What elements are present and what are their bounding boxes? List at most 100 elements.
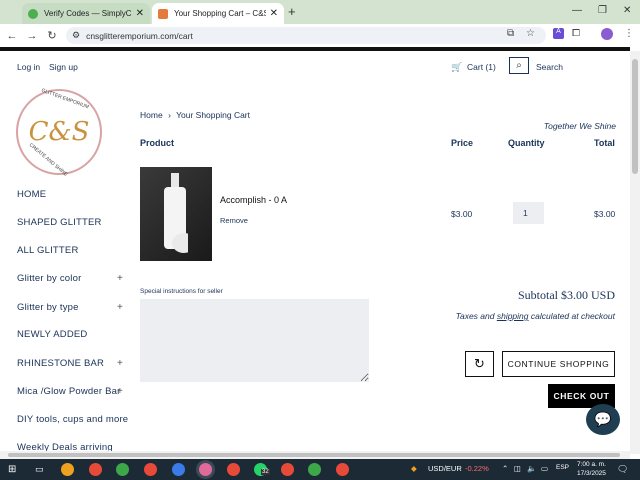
search-link[interactable]: Search: [536, 62, 563, 72]
scrollbar-thumb[interactable]: [632, 59, 638, 174]
currency-icon: ◆: [411, 464, 417, 473]
expand-plus-icon[interactable]: +: [117, 386, 123, 397]
breadcrumb: Home › Your Shopping Cart: [140, 110, 250, 120]
chat-widget-button[interactable]: 💬: [586, 404, 620, 435]
tab-shopping-cart[interactable]: Your Shopping Cart – C&S Glitt ✕: [152, 3, 284, 24]
chrome-icon[interactable]: [89, 463, 102, 476]
store-logo[interactable]: GLITTER EMPORIUM C&S CREATE AND SHINE: [16, 87, 102, 178]
sidebar-item-all-glitter[interactable]: ALL GLITTER: [17, 245, 79, 256]
notifications-icon[interactable]: 🗨: [617, 464, 628, 475]
quantity-input[interactable]: 1: [513, 202, 544, 224]
product-image[interactable]: [140, 167, 212, 261]
tab-title: Verify Codes — SimplyCodes: [44, 9, 132, 18]
column-header-product: Product: [140, 138, 175, 148]
product-name[interactable]: Accomplish - 0 A: [220, 195, 287, 205]
sidebar-item-shaped-glitter[interactable]: SHAPED GLITTER: [17, 217, 102, 228]
sidebar-item-diy-tools[interactable]: DIY tools, cups and more: [17, 414, 128, 425]
signup-link[interactable]: Sign up: [49, 62, 78, 72]
battery-icon[interactable]: ▭: [541, 464, 548, 473]
expand-plus-icon[interactable]: +: [117, 302, 123, 313]
tab-simplycodes[interactable]: Verify Codes — SimplyCodes ✕: [22, 3, 150, 24]
sidebar-item-home[interactable]: HOME: [17, 189, 46, 200]
taxes-text-end: calculated at checkout: [528, 311, 615, 321]
expand-plus-icon[interactable]: +: [117, 273, 123, 284]
sidebar-item-rhinestone-bar[interactable]: RHINESTONE BAR: [17, 358, 104, 369]
maximize-button[interactable]: ❐: [598, 5, 607, 16]
expand-plus-icon[interactable]: +: [117, 358, 123, 369]
sidebar-item-mica-glow[interactable]: Mica /Glow Powder Bar: [17, 386, 120, 397]
chat-bubble-icon: 💬: [594, 411, 612, 427]
copilot-icon[interactable]: [61, 463, 74, 476]
close-tab-icon[interactable]: ✕: [270, 8, 278, 19]
scrollbar-thumb[interactable]: [8, 453, 620, 457]
sidebar-item-newly-added[interactable]: NEWLY ADDED: [17, 329, 87, 340]
search-icon[interactable]: ⌕: [509, 57, 529, 74]
login-link[interactable]: Log in: [17, 62, 40, 72]
close-window-button[interactable]: ✕: [623, 5, 631, 16]
chrome-icon[interactable]: [144, 463, 157, 476]
profile-avatar[interactable]: [601, 28, 613, 40]
taxes-note: Taxes and shipping calculated at checkou…: [456, 311, 615, 321]
address-bar[interactable]: ⚙ cnsglitteremporium.com/cart: [66, 27, 546, 44]
logo-bottom-text: CREATE AND SHINE: [27, 142, 69, 178]
item-price: $3.00: [451, 209, 473, 219]
clock-time[interactable]: 7:00 a. m.: [577, 461, 606, 468]
volume-icon[interactable]: 🔈: [527, 464, 536, 473]
column-header-quantity: Quantity: [508, 138, 545, 148]
shipping-link[interactable]: shipping: [497, 311, 529, 321]
horizontal-scrollbar[interactable]: [0, 451, 630, 459]
refresh-icon: ↻: [474, 356, 485, 371]
browser-chrome: Verify Codes — SimplyCodes ✕ Your Shoppi…: [0, 0, 640, 47]
logo-top-text: GLITTER EMPORIUM: [40, 87, 90, 111]
chrome-icon[interactable]: [116, 463, 129, 476]
sidebar-item-glitter-by-color[interactable]: Glitter by color: [17, 273, 81, 284]
taxes-text: Taxes and: [455, 311, 497, 321]
vertical-scrollbar[interactable]: [630, 51, 640, 454]
cart-icon[interactable]: 🛒: [451, 62, 462, 73]
column-header-price: Price: [451, 138, 474, 148]
extensions-puzzle-icon[interactable]: ⧠: [572, 28, 580, 39]
minimize-button[interactable]: —: [572, 5, 582, 16]
special-instructions-label: Special instructions for seller: [140, 288, 223, 295]
bookmark-star-icon[interactable]: ☆: [526, 28, 535, 39]
chrome-icon[interactable]: [172, 463, 185, 476]
sidebar-item-glitter-by-type[interactable]: Glitter by type: [17, 302, 79, 313]
chrome-icon[interactable]: [336, 463, 349, 476]
cart-link[interactable]: Cart (1): [467, 62, 496, 72]
special-instructions-input[interactable]: [140, 299, 369, 382]
task-view-icon[interactable]: ▭: [35, 464, 44, 475]
back-icon[interactable]: ←: [2, 30, 22, 42]
language-indicator[interactable]: ESP: [556, 464, 569, 471]
notification-badge: 32: [261, 469, 270, 475]
currency-pair[interactable]: USD/EUR: [428, 464, 462, 473]
tray-chevron-icon[interactable]: ⌃: [502, 464, 508, 473]
extension-icon[interactable]: A: [553, 28, 564, 39]
translate-icon[interactable]: ⧉: [507, 28, 514, 39]
chrome-active-icon[interactable]: [199, 463, 212, 476]
reload-icon[interactable]: ↻: [42, 29, 62, 42]
new-tab-button[interactable]: +: [288, 4, 296, 19]
clock-date[interactable]: 17/3/2025: [577, 470, 606, 477]
continue-shopping-button[interactable]: CONTINUE SHOPPING: [502, 351, 615, 377]
windows-start-icon[interactable]: ⊞: [8, 464, 16, 475]
glue-bottle-icon: [164, 173, 188, 253]
item-total: $3.00: [594, 209, 616, 219]
chrome-icon[interactable]: [227, 463, 240, 476]
breadcrumb-current: Your Shopping Cart: [176, 110, 251, 120]
url-text: cnsglitteremporium.com/cart: [86, 30, 193, 41]
tab-strip: Verify Codes — SimplyCodes ✕ Your Shoppi…: [0, 0, 640, 24]
breadcrumb-separator: ›: [168, 110, 171, 120]
menu-kebab-icon[interactable]: ⋮: [624, 28, 634, 39]
simplycodes-favicon-icon: [28, 8, 38, 19]
forward-icon[interactable]: →: [22, 30, 42, 42]
page-content: Log in Sign up 🛒 Cart (1) ⌕ Search GLITT…: [0, 51, 630, 454]
close-tab-icon[interactable]: ✕: [136, 8, 144, 19]
update-cart-button[interactable]: ↻: [465, 351, 494, 377]
chrome-icon[interactable]: [281, 463, 294, 476]
site-info-icon[interactable]: ⚙: [72, 30, 80, 41]
breadcrumb-home[interactable]: Home: [140, 110, 163, 120]
chrome-icon[interactable]: [308, 463, 321, 476]
network-icon[interactable]: ◫: [514, 464, 521, 473]
remove-link[interactable]: Remove: [220, 216, 248, 225]
subtotal: Subtotal $3.00 USD: [517, 288, 615, 302]
